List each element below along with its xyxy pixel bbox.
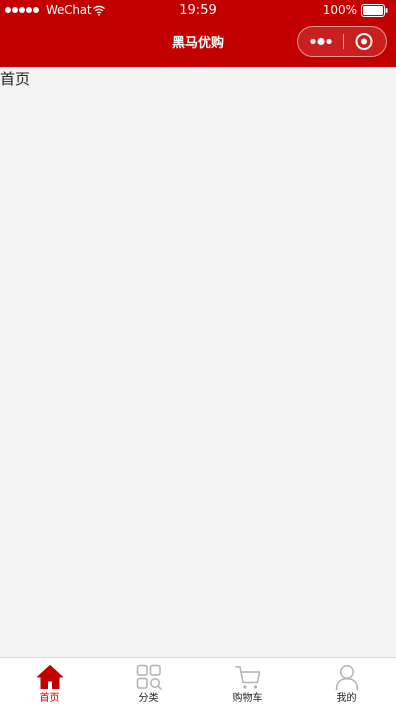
- more-icon[interactable]: [298, 27, 343, 56]
- cart-icon: [234, 666, 260, 689]
- tab-label-category: 分类: [138, 693, 159, 704]
- nav-bar: 黑马优购: [0, 21, 396, 67]
- tab-label-home: 首页: [39, 693, 60, 704]
- home-icon: [36, 665, 63, 689]
- tab-bar: 首页 分类 购物车 我的: [0, 657, 396, 706]
- tab-label-profile: 我的: [336, 693, 357, 704]
- tab-cart[interactable]: 购物车: [198, 658, 297, 706]
- tab-category[interactable]: 分类: [99, 658, 198, 706]
- category-icon: [136, 664, 162, 690]
- mini-program-capsule: [297, 26, 387, 57]
- page-content: 首页: [0, 67, 396, 657]
- battery-icon: [361, 4, 388, 17]
- user-icon: [335, 665, 358, 691]
- tab-profile[interactable]: 我的: [297, 658, 396, 706]
- tab-label-cart: 购物车: [232, 693, 263, 704]
- battery-percent: 100%: [322, 3, 357, 17]
- close-icon[interactable]: [344, 27, 386, 56]
- tab-home[interactable]: 首页: [0, 658, 99, 706]
- page-heading: 首页: [0, 70, 31, 88]
- status-bar: WeChat 19:59 100%: [0, 0, 396, 21]
